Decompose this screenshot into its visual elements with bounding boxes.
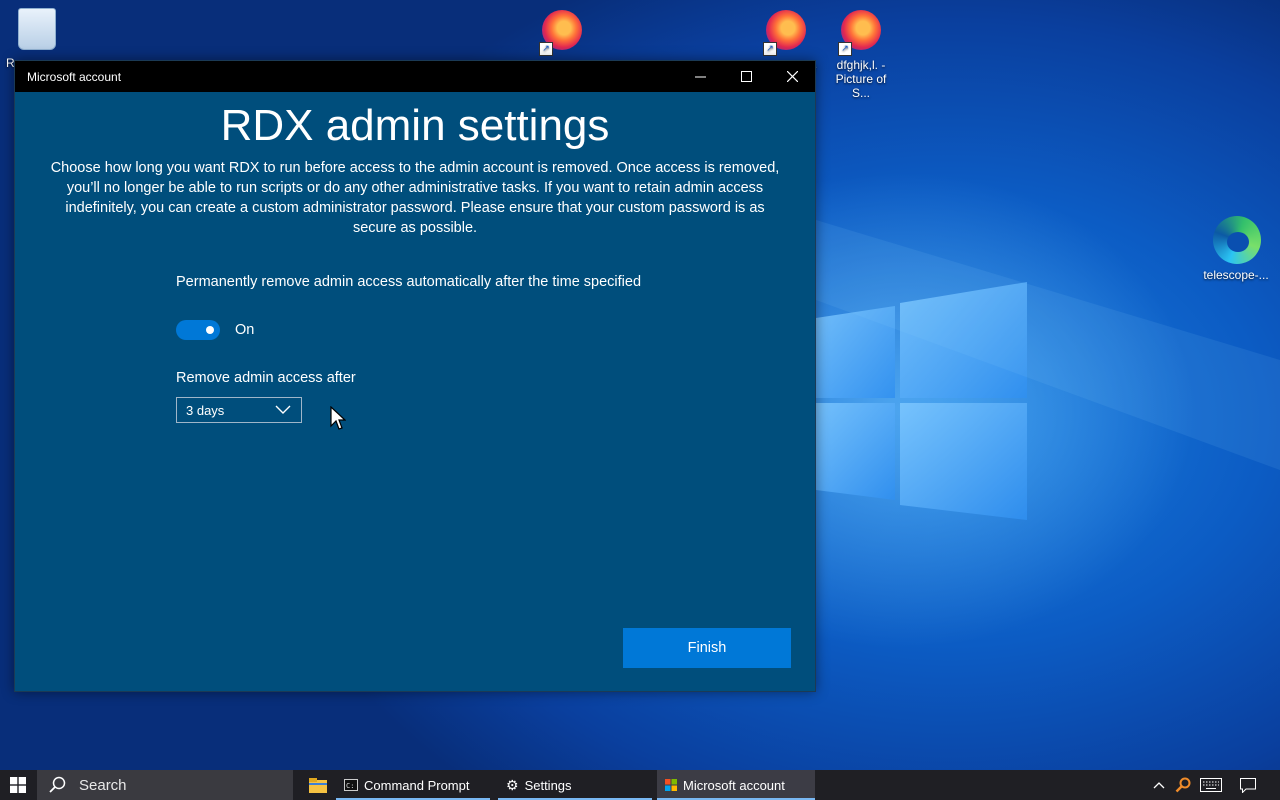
magnifier-tray-button[interactable] — [1172, 770, 1194, 800]
start-button[interactable] — [0, 770, 36, 800]
close-icon — [786, 71, 798, 82]
toggle-label: Permanently remove admin access automati… — [176, 274, 642, 290]
task-microsoft-account[interactable]: Microsoft account — [657, 770, 815, 800]
windows-start-icon — [10, 777, 26, 793]
dropdown-value: 3 days — [186, 402, 225, 418]
toggle-knob — [206, 326, 214, 334]
notification-icon — [1240, 777, 1256, 793]
task-label: Command Prompt — [364, 777, 470, 793]
toggle-state-text: On — [235, 322, 255, 338]
task-settings[interactable]: ⚙ Settings — [498, 770, 652, 800]
remove-after-dropdown[interactable]: 3 days — [176, 397, 302, 423]
keyboard-icon — [1200, 778, 1222, 792]
magnifier-icon — [1175, 777, 1191, 793]
minimize-button[interactable] — [677, 61, 723, 92]
remove-access-toggle[interactable] — [176, 320, 220, 340]
command-prompt-icon: C: — [344, 779, 358, 791]
mouse-cursor-icon — [330, 406, 346, 430]
firefox-shortcut-icon[interactable]: ↗ — [522, 10, 602, 58]
task-label: Settings — [524, 777, 572, 793]
task-command-prompt[interactable]: C: Command Prompt — [336, 770, 490, 800]
folder-icon — [309, 777, 327, 793]
action-center-button[interactable] — [1234, 770, 1262, 800]
firefox-shortcut-icon[interactable]: ↗ dfghjk,l. - Picture of S... — [821, 10, 901, 100]
shortcut-label: dfghjk,l. - Picture of S... — [835, 58, 887, 100]
gear-icon: ⚙ — [506, 776, 519, 793]
search-label: Search — [79, 776, 127, 794]
edge-icon[interactable]: telescope-... — [1196, 216, 1276, 282]
description-text: Choose how long you want RDX to run befo… — [50, 160, 780, 236]
title-bar[interactable]: Microsoft account — [15, 61, 815, 92]
taskbar-search-box[interactable]: Search — [37, 770, 293, 800]
microsoft-logo-icon — [665, 779, 677, 791]
firefox-shortcut-icon[interactable]: ↗ e — [746, 10, 826, 74]
search-icon — [49, 776, 66, 793]
maximize-button[interactable] — [723, 61, 769, 92]
touch-keyboard-button[interactable] — [1196, 770, 1226, 800]
maximize-icon — [740, 71, 752, 82]
microsoft-account-window: Microsoft account RDX admin settings Cho… — [14, 60, 816, 692]
finish-button[interactable]: Finish — [623, 628, 791, 668]
dropdown-label: Remove admin access after — [176, 370, 356, 386]
chevron-down-icon — [275, 405, 291, 414]
show-hidden-icons-button[interactable] — [1148, 770, 1170, 800]
window-title: Microsoft account — [27, 69, 122, 84]
close-button[interactable] — [769, 61, 815, 92]
svg-text:C:: C: — [346, 782, 354, 790]
minimize-icon — [694, 76, 706, 78]
page-title: RDX admin settings — [220, 101, 610, 150]
task-file-explorer[interactable] — [300, 770, 336, 800]
task-label: Microsoft account — [683, 777, 785, 793]
taskbar: Search C: Command Prompt ⚙ Settings Micr… — [0, 770, 1280, 800]
chevron-up-icon — [1153, 782, 1165, 789]
edge-shortcut-label: telescope-... — [1203, 268, 1269, 282]
